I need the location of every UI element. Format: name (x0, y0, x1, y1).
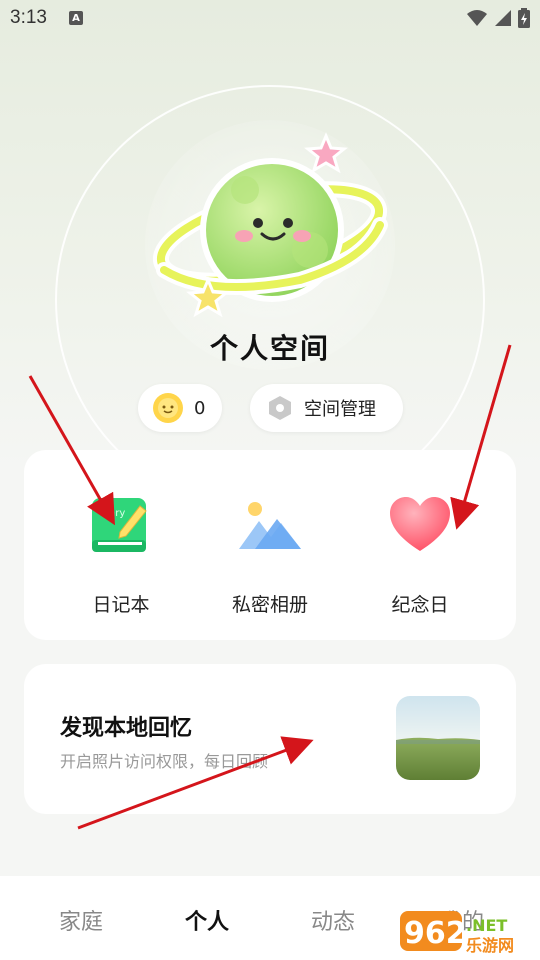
feature-diary-label: 日记本 (92, 594, 150, 616)
space-title: 个人空间 (209, 332, 330, 365)
feature-diary[interactable]: diary 日记本 (46, 490, 196, 617)
svg-text:962: 962 (404, 916, 467, 951)
feature-card: diary 日记本 私密相册 纪念日 (24, 450, 516, 640)
svg-text:diary: diary (100, 508, 125, 519)
wifi-icon (467, 10, 487, 26)
memory-title: 发现本地回忆 (60, 716, 193, 741)
feature-private-album-label: 私密相册 (231, 594, 308, 616)
site-watermark: 962 .NET 乐游网 (400, 905, 532, 955)
status-bar: 3:13 A (0, 0, 540, 36)
coin-count: 0 (194, 397, 206, 419)
planet-mascot-icon[interactable] (150, 130, 390, 330)
photo-album-icon (235, 490, 305, 560)
feature-anniversary-label: 纪念日 (391, 594, 449, 616)
tab-personal[interactable]: 个人 (147, 904, 267, 936)
tab-family[interactable]: 家庭 (21, 904, 141, 936)
signal-icon (495, 10, 511, 26)
memory-card[interactable]: 发现本地回忆 开启照片访问权限，每日回顾 (24, 664, 516, 814)
battery-icon (518, 8, 530, 28)
notification-icon: A (68, 11, 83, 25)
diary-icon: diary (86, 490, 156, 560)
feature-anniversary[interactable]: 纪念日 (345, 490, 495, 617)
memory-thumbnail (396, 696, 480, 780)
feature-private-album[interactable]: 私密相册 (195, 490, 345, 617)
space-manage-button[interactable]: 空间管理 (250, 384, 403, 432)
svg-text:.NET: .NET (466, 916, 507, 935)
coin-pill[interactable]: 0 (138, 384, 222, 432)
tab-feed[interactable]: 动态 (273, 904, 393, 936)
heart-icon (385, 490, 455, 560)
hexagon-icon (269, 396, 291, 420)
svg-text:乐游网: 乐游网 (466, 936, 514, 955)
sun-coin-icon (153, 393, 183, 423)
space-manage-label: 空间管理 (304, 399, 376, 420)
status-time: 3:13 (10, 7, 47, 28)
memory-subtitle: 开启照片访问权限，每日回顾 (60, 752, 269, 771)
